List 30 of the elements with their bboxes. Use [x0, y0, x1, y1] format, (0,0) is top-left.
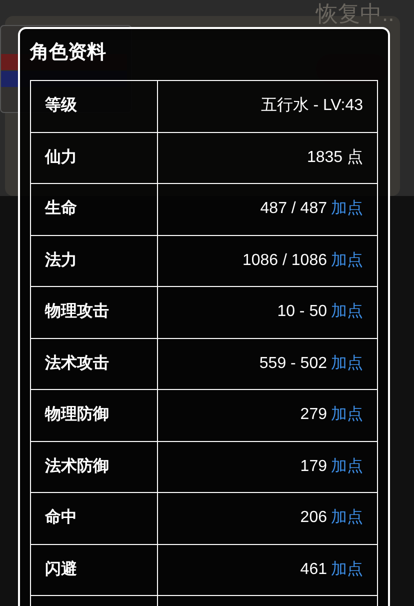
table-cell-text: 559 - 502: [259, 354, 327, 374]
add-point-link[interactable]: 加点: [331, 197, 363, 222]
add-point-link[interactable]: 加点: [331, 403, 363, 428]
table-cell-text: 179: [300, 456, 327, 477]
table-cell: 物理攻击: [31, 287, 158, 338]
add-point-link[interactable]: 加点: [331, 352, 363, 376]
table-cell-text: 461: [300, 560, 327, 580]
dialog-title: 角色资料: [30, 41, 106, 65]
table-cell-text: 279: [300, 405, 327, 426]
table-cell: 法术攻击: [31, 338, 158, 389]
table-cell: 法力: [31, 236, 158, 286]
add-point-link[interactable]: 加点: [331, 506, 363, 530]
add-point-link[interactable]: 加点: [331, 454, 363, 479]
table-cell: 生命: [31, 184, 158, 234]
table-cell-text: 206: [300, 508, 327, 528]
add-point-link[interactable]: 加点: [331, 248, 363, 273]
table-cell: 闪避: [31, 544, 158, 595]
table-cell-text: 10 - 50: [277, 302, 327, 322]
table-cell-text: 1835 点: [306, 148, 363, 168]
table-cell-text: 487 / 487: [260, 199, 327, 220]
add-point-link[interactable]: 加点: [331, 300, 363, 324]
table-cell-text: 五行水 - LV:43: [260, 96, 363, 116]
table-cell: 等级: [31, 81, 158, 132]
table-cell-text: 1086 / 1086: [242, 250, 327, 271]
table-cell: 命中: [31, 493, 158, 544]
table-cell: 仙力: [31, 132, 158, 183]
table-cell: 法术防御: [31, 442, 158, 492]
status-text: 恢复中..: [316, 0, 394, 28]
table-cell: 物理防御: [31, 390, 158, 440]
add-point-link[interactable]: 加点: [331, 558, 363, 582]
